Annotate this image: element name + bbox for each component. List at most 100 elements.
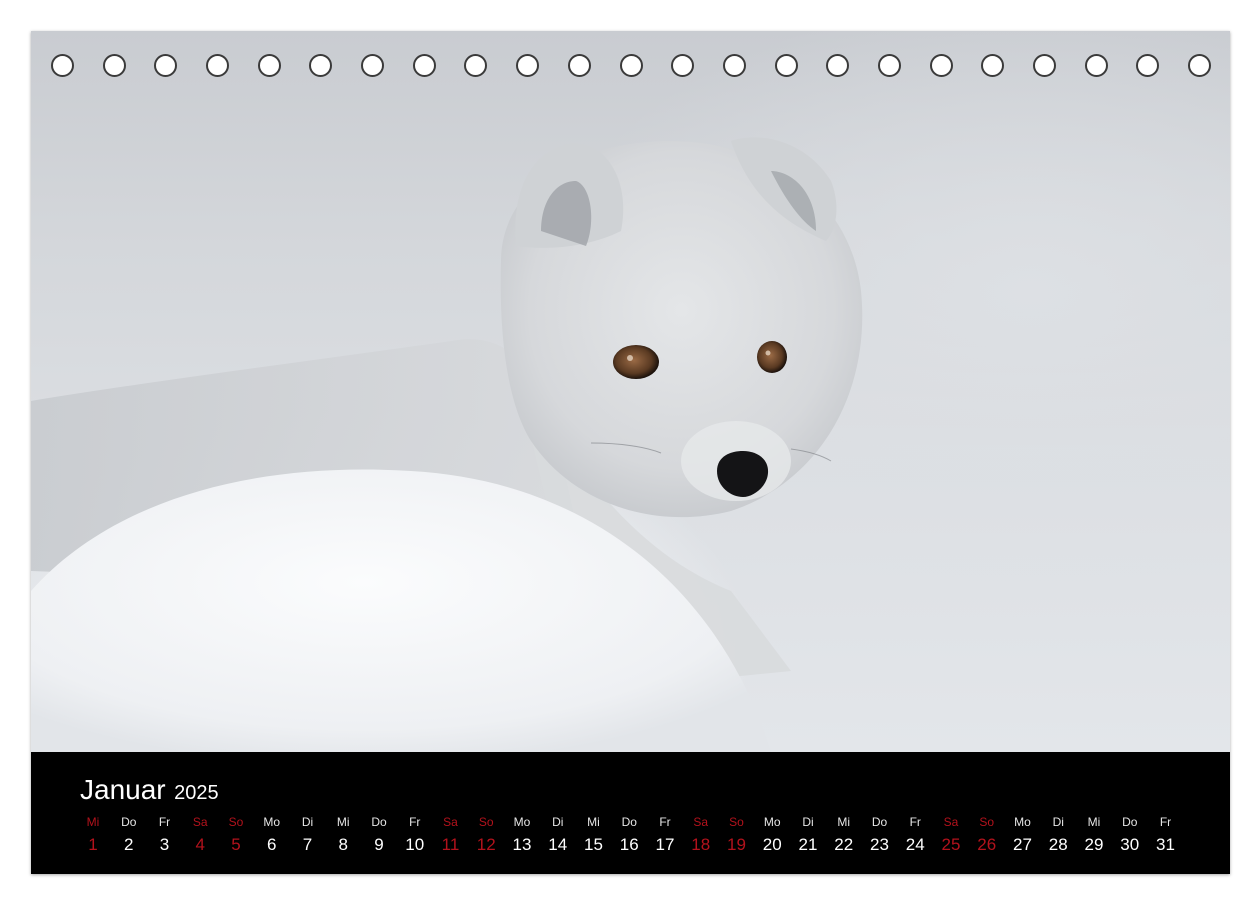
weekday-label: Do (371, 815, 387, 829)
day-cell: Fr 17 (647, 814, 683, 856)
binding-hole (1084, 54, 1108, 77)
day-cell: Sa 25 (933, 814, 969, 856)
day-number: 8 (338, 835, 348, 854)
weekday-label: Sa (192, 815, 208, 829)
weekday-label: Di (802, 815, 814, 829)
day-number: 6 (267, 835, 277, 854)
binding-hole (619, 54, 643, 77)
day-number: 7 (302, 835, 313, 854)
weekday-label: Mi (837, 815, 851, 829)
calendar-band: Januar 2025 Mi 1 Do 2 Fr 3 Sa 4 So 5 Mo 6 Di 7 Mi 8 Do 9 F… (31, 752, 1230, 874)
binding-hole (671, 54, 695, 77)
binding-hole (774, 54, 798, 77)
arctic-fox-illustration (31, 137, 863, 752)
day-cell: Di 14 (540, 814, 576, 856)
day-number: 16 (619, 835, 639, 854)
day-number: 20 (762, 835, 782, 854)
day-cell: Di 21 (790, 814, 826, 856)
day-cell: Sa 4 (182, 814, 218, 856)
binding-hole (257, 54, 281, 77)
day-number: 22 (834, 835, 854, 854)
weekday-label: Do (1122, 815, 1138, 829)
weekday-label: Fr (659, 815, 671, 829)
binding-hole (929, 54, 953, 77)
weekday-label: Sa (943, 815, 959, 829)
day-number: 11 (441, 835, 460, 854)
month-name: Januar (80, 774, 166, 805)
day-number: 17 (655, 835, 675, 854)
day-cell: So 12 (468, 814, 504, 856)
binding-hole (464, 54, 488, 77)
binding-hole (102, 54, 126, 77)
day-cell: Mi 15 (576, 814, 612, 856)
day-cell: Mo 13 (504, 814, 540, 856)
calendar-page: Januar 2025 Mi 1 Do 2 Fr 3 Sa 4 So 5 Mo 6 Di 7 Mi 8 Do 9 F… (31, 31, 1230, 874)
weekday-label: Mo (513, 815, 531, 829)
binding-hole (1032, 54, 1056, 77)
arctic-fox-photo (31, 31, 1230, 752)
weekday-label: Do (621, 815, 637, 829)
weekday-label: Mi (1087, 815, 1101, 829)
binding-hole (826, 54, 850, 77)
day-number: 10 (405, 835, 425, 854)
weekday-label: Fr (909, 815, 921, 829)
day-number: 15 (584, 835, 603, 854)
day-cell: Fr 31 (1148, 814, 1184, 856)
binding-hole (206, 54, 230, 77)
day-number: 21 (798, 835, 818, 854)
day-cell: Mi 8 (325, 814, 361, 856)
day-cell: Mi 29 (1076, 814, 1112, 856)
weekday-label: Mo (263, 815, 281, 829)
day-cell: Fr 3 (147, 814, 183, 856)
day-cell: So 26 (969, 814, 1005, 856)
weekday-label: So (478, 815, 494, 829)
weekday-label: Fr (1159, 815, 1172, 829)
weekday-label: So (979, 815, 995, 829)
weekday-label: Fr (158, 815, 171, 829)
day-cell: Mo 20 (754, 814, 790, 856)
day-number: 29 (1084, 835, 1104, 854)
weekday-label: Di (1052, 815, 1064, 829)
day-number: 24 (905, 835, 925, 854)
day-cell: Fr 10 (397, 814, 433, 856)
day-number: 19 (727, 835, 746, 854)
day-cell: Do 2 (111, 814, 147, 856)
day-cell: So 5 (218, 814, 254, 856)
day-cell: So 19 (719, 814, 755, 856)
day-cell: Do 23 (862, 814, 898, 856)
day-cell: Mo 27 (1005, 814, 1041, 856)
weekday-label: So (729, 815, 744, 829)
binding-hole (309, 54, 333, 77)
day-number: 5 (231, 835, 241, 854)
day-number: 28 (1048, 835, 1068, 854)
day-cell: Mi 22 (826, 814, 862, 856)
day-number: 12 (476, 835, 496, 854)
day-number: 31 (1156, 835, 1175, 854)
day-cell: Di 28 (1040, 814, 1076, 856)
binding-hole (567, 54, 591, 77)
weekday-label: Mo (1014, 815, 1031, 829)
weekday-label: Sa (693, 815, 709, 829)
day-number: 3 (159, 835, 170, 854)
binding-hole (154, 54, 178, 77)
day-number: 27 (1013, 835, 1032, 854)
binding-hole (51, 54, 74, 77)
weekday-label: Mo (763, 815, 781, 829)
day-number: 26 (977, 835, 997, 854)
binding-hole (722, 54, 746, 77)
day-number: 2 (124, 835, 134, 854)
month-title: Januar 2025 (80, 774, 219, 806)
weekday-label: So (228, 815, 244, 829)
weekday-label: Fr (409, 815, 421, 829)
day-number: 13 (512, 835, 532, 854)
day-cell: Sa 11 (433, 814, 469, 856)
weekday-label: Sa (443, 815, 458, 829)
weekday-label: Di (552, 815, 564, 829)
binding-hole (516, 54, 540, 77)
day-cell: Sa 18 (683, 814, 719, 856)
month-year: 2025 (174, 782, 219, 804)
day-number: 18 (691, 835, 711, 854)
day-cell: Di 7 (290, 814, 326, 856)
day-cell: Mi 1 (75, 814, 111, 856)
binding-holes (51, 54, 1211, 80)
